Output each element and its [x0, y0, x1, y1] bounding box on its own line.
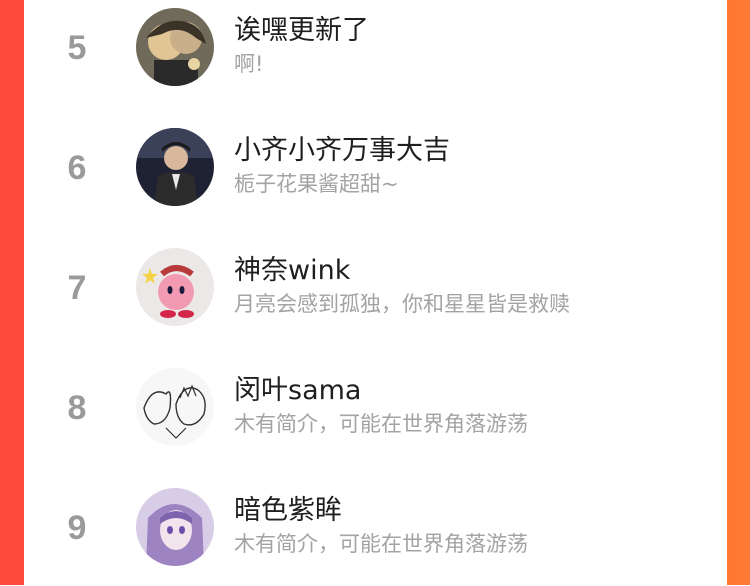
user-name[interactable]: 暗色紫眸: [234, 488, 342, 527]
rank-number: 9: [67, 509, 87, 547]
rank-number: 5: [67, 29, 87, 67]
user-bio: 月亮会感到孤独，你和星星皆是救赎: [234, 292, 570, 316]
kirby-avatar-icon[interactable]: [136, 248, 214, 326]
anime-avatar-icon[interactable]: [136, 8, 214, 86]
sketch-avatar-icon[interactable]: [136, 368, 214, 446]
rank-number: 8: [67, 389, 87, 427]
user-bio: 木有简介，可能在世界角落游荡: [234, 532, 528, 556]
user-bio: 栀子花果酱超甜~: [234, 172, 399, 196]
user-name[interactable]: 诶嘿更新了: [234, 8, 369, 47]
user-bio: 木有简介，可能在世界角落游荡: [234, 412, 528, 436]
purple-anime-avatar-icon[interactable]: [136, 488, 214, 566]
user-name[interactable]: 闵叶sama: [234, 368, 361, 407]
ranking-row[interactable]: 8 闵叶sama 木有简介，可能在世界角落游荡: [24, 346, 727, 466]
ranking-row[interactable]: 7 神奈wink 月亮会感到孤独，你和星星皆是救赎: [24, 226, 727, 346]
user-name[interactable]: 小齐小齐万事大吉: [234, 128, 450, 167]
ranking-row[interactable]: 9 暗色紫眸 木有简介，可能在世界角落游荡: [24, 466, 727, 586]
user-bio: 啊!: [234, 52, 264, 76]
rank-number: 7: [67, 269, 87, 307]
ranking-row[interactable]: 6 小齐小齐万事大吉 栀子花果酱超甜~: [24, 106, 727, 226]
person-photo-avatar-icon[interactable]: [136, 128, 214, 206]
ranking-row[interactable]: 5 诶嘿更新了 啊!: [24, 0, 727, 106]
rank-number: 6: [67, 149, 87, 187]
user-name[interactable]: 神奈wink: [234, 248, 350, 287]
ranking-list: 5 诶嘿更新了 啊! 6 小齐小齐万事大吉 栀子花果酱超甜~ 7 神奈wink …: [24, 0, 727, 585]
